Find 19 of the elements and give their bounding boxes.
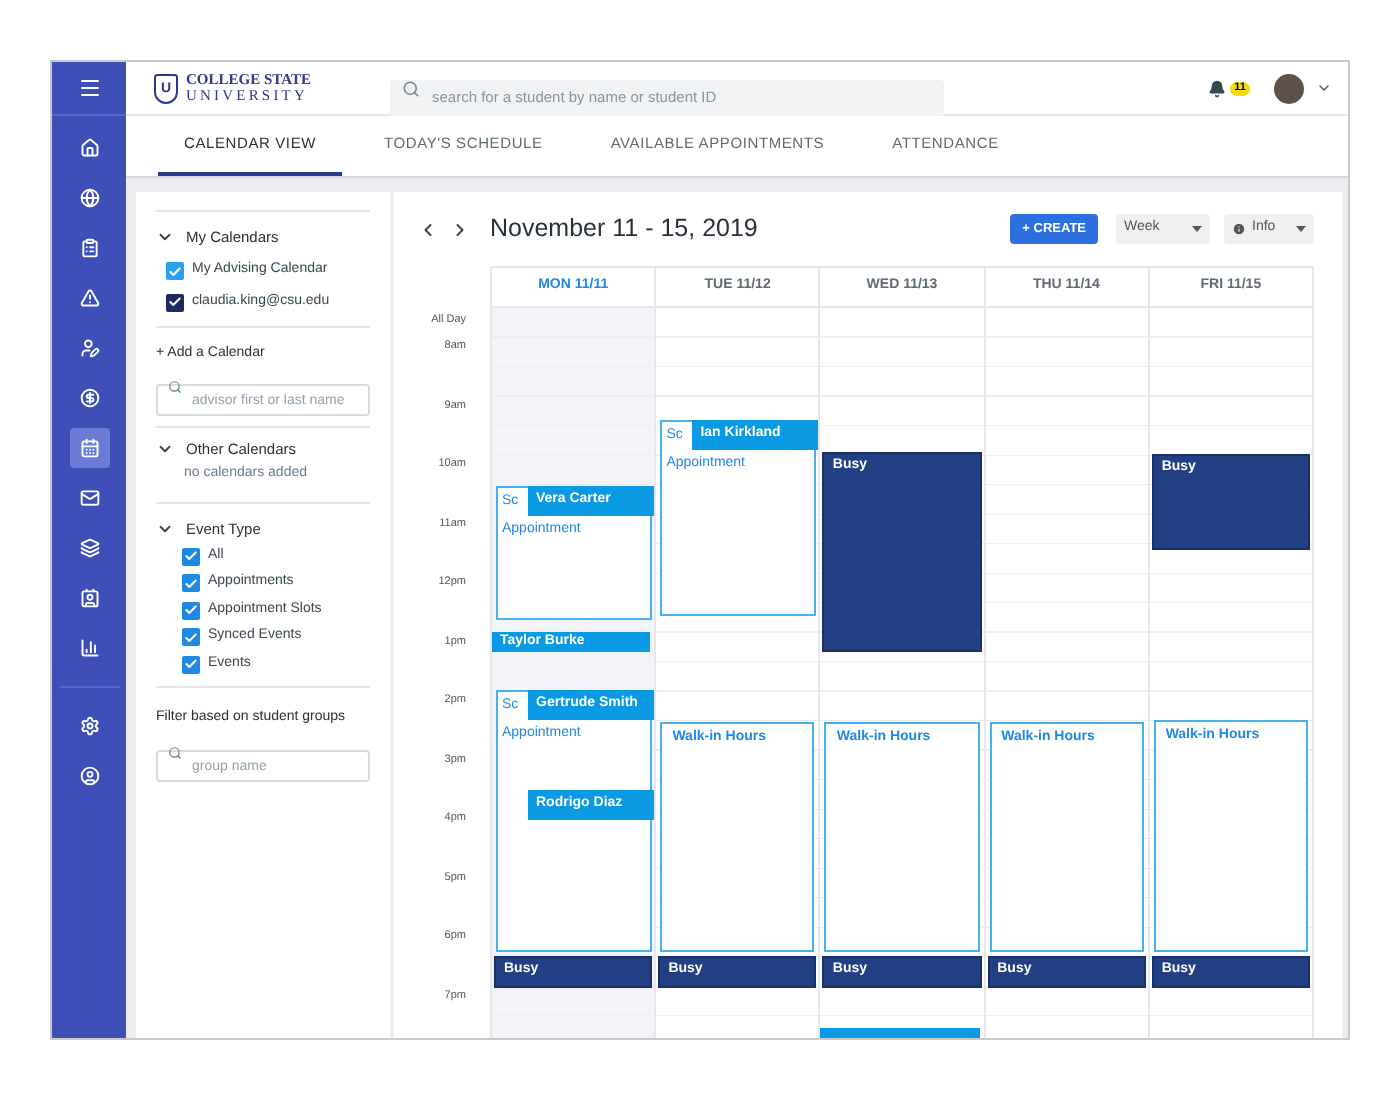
checkbox[interactable] bbox=[182, 628, 200, 646]
search-icon bbox=[168, 746, 182, 761]
avatar[interactable] bbox=[1274, 73, 1304, 103]
caret-icon bbox=[1296, 226, 1306, 232]
caret-icon bbox=[1192, 226, 1202, 232]
checkbox[interactable] bbox=[182, 655, 200, 673]
bell-icon[interactable] bbox=[1208, 79, 1227, 97]
search-icon bbox=[168, 380, 182, 395]
search-icon bbox=[402, 79, 420, 97]
checkbox[interactable] bbox=[182, 574, 200, 592]
menu-icon[interactable] bbox=[77, 76, 101, 100]
chevron-icon[interactable] bbox=[1316, 80, 1332, 96]
date-range-title: November 11 - 15, 2019 bbox=[490, 212, 758, 247]
info-icon bbox=[1232, 222, 1246, 236]
checkbox[interactable] bbox=[166, 293, 184, 311]
checkbox[interactable] bbox=[182, 547, 200, 565]
checkbox[interactable] bbox=[182, 601, 200, 619]
checkbox[interactable] bbox=[166, 262, 184, 280]
calendar-icon[interactable] bbox=[69, 428, 109, 468]
